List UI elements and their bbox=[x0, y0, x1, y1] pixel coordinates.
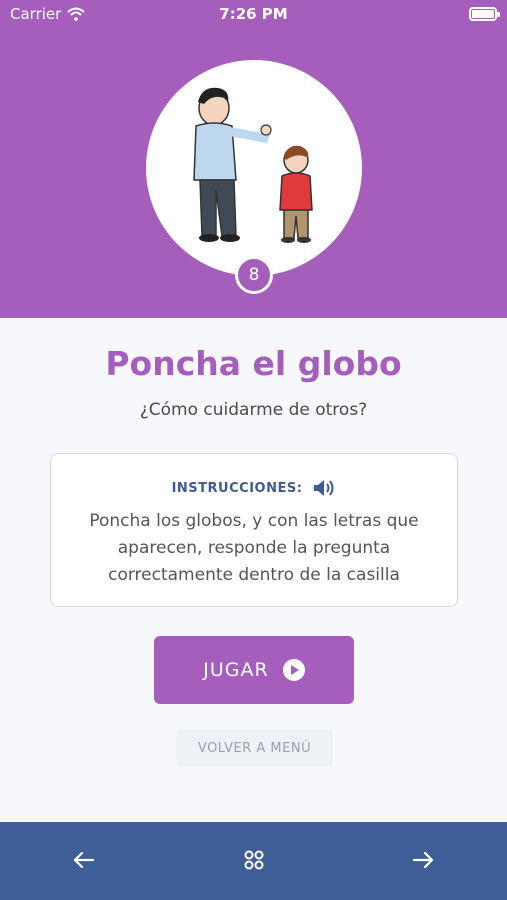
next-button[interactable] bbox=[403, 840, 443, 880]
step-number-badge: 8 bbox=[235, 256, 273, 294]
speaker-icon[interactable] bbox=[312, 478, 336, 498]
instructions-card: INSTRUCCIONES: Poncha los globos, y con … bbox=[50, 453, 458, 607]
status-bar: Carrier 7:26 PM bbox=[0, 0, 507, 28]
instructions-text: Poncha los globos, y con las letras que … bbox=[89, 511, 419, 585]
menu-grid-button[interactable] bbox=[234, 840, 274, 880]
arrow-left-icon bbox=[73, 851, 95, 869]
back-to-menu-label: VOLVER A MENÚ bbox=[197, 740, 312, 756]
play-button[interactable]: JUGAR bbox=[154, 636, 354, 704]
clock: 7:26 PM bbox=[219, 5, 288, 23]
instructions-label: INSTRUCCIONES: bbox=[171, 480, 303, 496]
bottom-nav bbox=[0, 822, 507, 900]
lesson-illustration bbox=[146, 60, 362, 276]
back-to-menu-button[interactable]: VOLVER A MENÚ bbox=[176, 729, 333, 767]
lesson-title: Poncha el globo bbox=[105, 344, 402, 383]
grid-icon bbox=[244, 850, 264, 870]
previous-button[interactable] bbox=[64, 840, 104, 880]
instructions-header: INSTRUCCIONES: bbox=[51, 478, 457, 498]
play-button-label: JUGAR bbox=[203, 659, 269, 681]
play-icon bbox=[282, 659, 305, 681]
arrow-right-icon bbox=[412, 851, 434, 869]
battery-icon bbox=[469, 7, 500, 21]
lesson-subtitle: ¿Cómo cuidarme de otros? bbox=[139, 400, 368, 420]
